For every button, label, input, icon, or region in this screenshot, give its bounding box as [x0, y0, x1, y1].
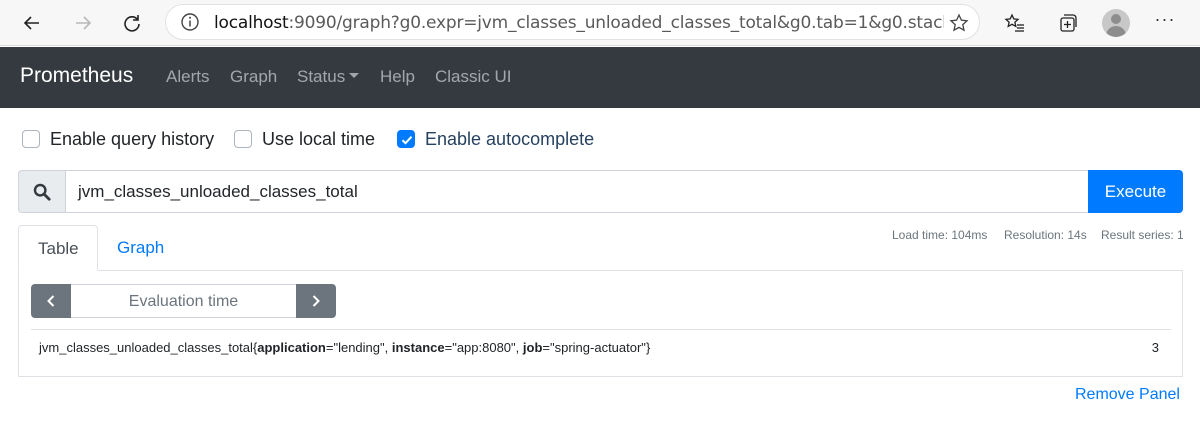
nav-alerts[interactable]: Alerts [166, 67, 209, 87]
refresh-icon[interactable] [115, 6, 149, 40]
local-time-label: Use local time [262, 129, 376, 149]
series-metric: jvm_classes_unloaded_classes_total{appli… [39, 340, 651, 355]
label-value-job: "spring-actuator" [549, 340, 646, 355]
metric-name: jvm_classes_unloaded_classes_total [39, 340, 253, 355]
autocomplete-checkbox[interactable] [397, 130, 415, 148]
enable-query-history-option[interactable]: Enable query history [22, 127, 214, 151]
nav-help[interactable]: Help [380, 67, 415, 87]
browser-toolbar: localhost:9090/graph?g0.expr=jvm_classes… [0, 0, 1200, 46]
tab-table-label: Table [38, 239, 79, 258]
query-expression-text: jvm_classes_unloaded_classes_total [78, 182, 358, 201]
eval-next-button[interactable] [296, 284, 336, 318]
autocomplete-label: Enable autocomplete [425, 129, 595, 149]
nav-status-label: Status [297, 67, 346, 86]
address-bar[interactable]: localhost:9090/graph?g0.expr=jvm_classes… [165, 4, 980, 40]
favorite-star-icon[interactable] [949, 13, 969, 33]
brand-logo-text[interactable]: Prometheus [20, 63, 133, 89]
enable-autocomplete-option[interactable]: Enable autocomplete [397, 127, 594, 151]
query-history-label: Enable query history [50, 129, 215, 149]
back-icon[interactable] [15, 6, 49, 40]
table-row: jvm_classes_unloaded_classes_total{appli… [31, 329, 1171, 365]
label-key-job: job [522, 340, 543, 355]
tab-table[interactable]: Table [18, 225, 98, 271]
tab-graph[interactable]: Graph [99, 225, 189, 271]
eval-prev-button[interactable] [31, 284, 71, 318]
nav-graph[interactable]: Graph [230, 67, 277, 87]
search-icon [18, 170, 66, 213]
profile-avatar[interactable] [1102, 9, 1130, 37]
query-history-checkbox[interactable] [22, 130, 40, 148]
load-time-stat: Load time: 104ms [892, 228, 988, 242]
chevron-right-icon [312, 295, 320, 307]
use-local-time-option[interactable]: Use local time [234, 127, 375, 151]
collections-icon[interactable] [1050, 6, 1084, 40]
url-text: localhost:9090/graph?g0.expr=jvm_classes… [214, 13, 944, 33]
series-value: 3 [1151, 340, 1159, 355]
label-key-application: application [257, 340, 326, 355]
query-expression-input[interactable]: jvm_classes_unloaded_classes_total [65, 170, 1089, 213]
forward-icon[interactable] [66, 6, 100, 40]
execute-button[interactable]: Execute [1088, 170, 1183, 213]
tab-graph-label: Graph [117, 238, 165, 257]
chevron-down-icon [349, 73, 360, 78]
nav-status[interactable]: Status [297, 67, 360, 87]
favorites-icon[interactable] [998, 6, 1032, 40]
app-navbar: Prometheus Alerts Graph Status Help Clas… [0, 47, 1200, 108]
label-value-application: "lending" [333, 340, 385, 355]
evaluation-time-input[interactable]: Evaluation time [71, 284, 296, 318]
resolution-stat: Resolution: 14s [1004, 228, 1087, 242]
local-time-checkbox[interactable] [234, 130, 252, 148]
info-icon[interactable] [180, 12, 200, 32]
result-series-stat: Result series: 1 [1101, 228, 1184, 242]
more-icon[interactable]: ··· [1150, 10, 1180, 34]
remove-panel-link[interactable]: Remove Panel [1075, 386, 1180, 404]
label-key-instance: instance [391, 340, 445, 355]
query-row: jvm_classes_unloaded_classes_total Execu… [18, 170, 1183, 213]
evaluation-time-picker: Evaluation time [31, 284, 336, 318]
nav-classic-ui[interactable]: Classic UI [435, 67, 512, 87]
label-value-instance: "app:8080" [452, 340, 516, 355]
chevron-left-icon [47, 295, 55, 307]
evaluation-time-placeholder: Evaluation time [128, 293, 239, 310]
